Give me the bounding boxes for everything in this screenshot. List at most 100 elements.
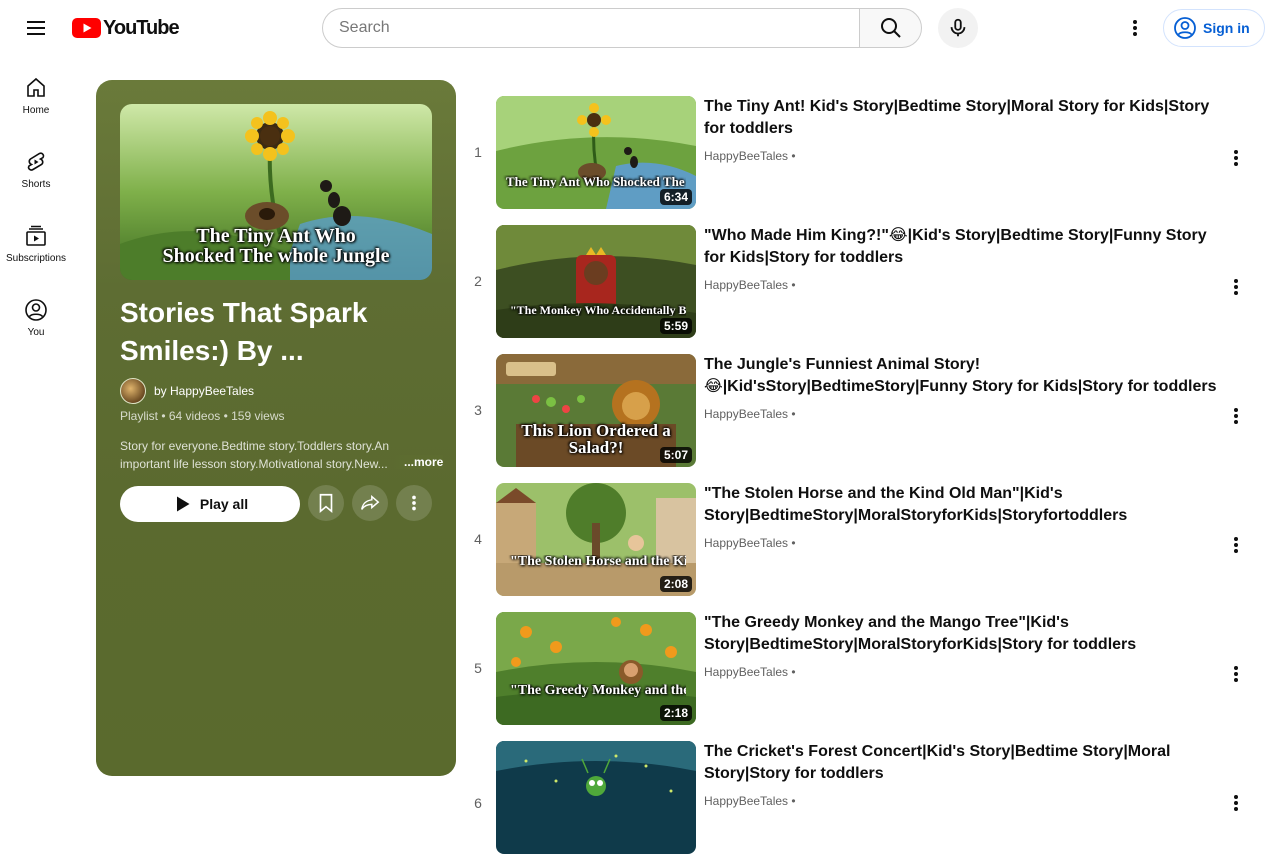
- video-title[interactable]: The Jungle's Funniest Animal Story!😂|Kid…: [704, 354, 1224, 398]
- video-index: 5: [474, 660, 482, 676]
- home-icon: [27, 77, 45, 97]
- video-channel[interactable]: HappyBeeTales •: [704, 149, 796, 163]
- more-vert-icon: [1234, 279, 1238, 295]
- play-all-label: Play all: [199, 496, 249, 512]
- video-action-menu-button[interactable]: [1216, 267, 1256, 307]
- playlist-thumbnail-caption-line2: Shocked The whole Jungle: [162, 245, 390, 267]
- voice-search-button[interactable]: [938, 8, 978, 48]
- video-index: 6: [474, 795, 482, 811]
- more-vert-icon: [412, 495, 416, 511]
- sign-in-label: Sign in: [1203, 20, 1250, 36]
- guide-item-subscriptions[interactable]: Subscriptions: [0, 204, 72, 278]
- playlist-owner[interactable]: by HappyBeeTales: [120, 378, 254, 404]
- youtube-wordmark: YouTube: [103, 16, 180, 39]
- shorts-icon: [27, 152, 45, 171]
- video-channel[interactable]: HappyBeeTales •: [704, 278, 796, 292]
- video-thumbnail[interactable]: "The Greedy Monkey and the Mango Tre 2:1…: [496, 612, 696, 725]
- search-icon: [880, 18, 901, 38]
- video-index: 3: [474, 402, 482, 418]
- video-thumbnail[interactable]: [496, 741, 696, 854]
- video-channel[interactable]: HappyBeeTales •: [704, 536, 796, 550]
- playlist-video-row[interactable]: 1 The Tiny Ant Who Shocked The whole Jun…: [464, 88, 1264, 217]
- video-index: 4: [474, 531, 482, 547]
- video-thumbnail-caption: "The Monkey Who Accidentally Became Kir: [510, 304, 686, 316]
- playlist-stats: Playlist • 64 videos • 159 views: [120, 409, 285, 423]
- playlist-video-row[interactable]: 4 "The Stolen Horse and the Kind Old Man…: [464, 475, 1264, 604]
- video-channel[interactable]: HappyBeeTales •: [704, 407, 796, 421]
- description-more-button[interactable]: ...more: [394, 455, 444, 469]
- video-thumbnail[interactable]: This Lion Ordered a Salad?! 5:07: [496, 354, 696, 467]
- playlist-description: Story for everyone.Bedtime story.Toddler…: [120, 439, 389, 471]
- video-index: 1: [474, 144, 482, 160]
- guide-item-home[interactable]: Home: [0, 56, 72, 130]
- video-thumbnail[interactable]: The Tiny Ant Who Shocked The whole Jun 6…: [496, 96, 696, 209]
- you-icon: [25, 299, 47, 321]
- sign-in-button[interactable]: Sign in: [1163, 9, 1265, 47]
- video-channel[interactable]: HappyBeeTales •: [704, 665, 796, 679]
- playlist-thumbnail[interactable]: The Tiny Ant Who Shocked The whole Jungl…: [120, 104, 432, 280]
- save-playlist-button[interactable]: [308, 485, 344, 521]
- playlist-video-row[interactable]: 6 The Cricket's Forest Concert|Kid's Sto…: [464, 733, 1264, 862]
- video-title[interactable]: The Tiny Ant! Kid's Story|Bedtime Story|…: [704, 96, 1224, 140]
- video-action-menu-button[interactable]: [1216, 525, 1256, 565]
- guide-label-subscriptions: Subscriptions: [5, 253, 67, 264]
- more-vert-icon: [1234, 408, 1238, 424]
- video-index: 2: [474, 273, 482, 289]
- play-all-button[interactable]: Play all: [120, 486, 300, 522]
- playlist-header: The Tiny Ant Who Shocked The whole Jungl…: [96, 80, 456, 776]
- more-vert-icon: [1234, 537, 1238, 553]
- youtube-logo-icon: [72, 18, 101, 38]
- playlist-video-list: 1 The Tiny Ant Who Shocked The whole Jun…: [464, 88, 1264, 862]
- video-action-menu-button[interactable]: [1216, 654, 1256, 694]
- video-thumbnail-art: [496, 741, 696, 854]
- video-title[interactable]: "The Greedy Monkey and the Mango Tree"|K…: [704, 612, 1224, 656]
- subscriptions-icon: [26, 225, 46, 246]
- duration-badge: 6:34: [659, 189, 692, 205]
- guide-menu-button[interactable]: [16, 8, 56, 48]
- more-vert-icon: [1234, 795, 1238, 811]
- more-vert-icon: [1133, 20, 1137, 36]
- video-thumbnail[interactable]: "The Monkey Who Accidentally Became Kir …: [496, 225, 696, 338]
- more-vert-icon: [1234, 666, 1238, 682]
- playlist-owner-name[interactable]: by HappyBeeTales: [154, 384, 254, 398]
- youtube-logo[interactable]: YouTube: [72, 16, 180, 39]
- share-icon: [361, 494, 380, 510]
- playlist-title: Stories That Spark Smiles:) By ...: [120, 297, 368, 366]
- guide-item-you[interactable]: You: [0, 278, 72, 352]
- playlist-video-row[interactable]: 5 "The Greedy Monkey and the Mango Tre 2…: [464, 604, 1264, 733]
- guide-label-shorts: Shorts: [21, 179, 51, 190]
- settings-menu-button[interactable]: [1115, 8, 1155, 48]
- playlist-video-row[interactable]: 3 This Lion Ordered a Salad?! 5:07 The J…: [464, 346, 1264, 475]
- hamburger-icon: [27, 21, 45, 35]
- search-button[interactable]: [859, 8, 922, 48]
- play-icon: [176, 496, 190, 512]
- masthead: YouTube Sign in: [0, 0, 1280, 56]
- duration-badge: 2:18: [659, 705, 692, 721]
- mini-guide: Home Shorts Subscriptions You: [0, 56, 72, 352]
- video-channel[interactable]: HappyBeeTales •: [704, 794, 796, 808]
- account-circle-icon: [1174, 17, 1196, 39]
- playlist-more-button[interactable]: [396, 485, 432, 521]
- search-input[interactable]: [322, 8, 859, 48]
- duration-badge: 5:07: [659, 447, 692, 463]
- guide-label-you: You: [27, 327, 45, 338]
- video-title[interactable]: "The Stolen Horse and the Kind Old Man"|…: [704, 483, 1224, 527]
- playlist-thumbnail-caption-line1: The Tiny Ant Who: [196, 225, 356, 247]
- video-thumbnail-caption: The Tiny Ant Who Shocked The whole Jun: [506, 175, 686, 188]
- video-action-menu-button[interactable]: [1216, 396, 1256, 436]
- video-action-menu-button[interactable]: [1216, 783, 1256, 823]
- video-title[interactable]: The Cricket's Forest Concert|Kid's Story…: [704, 741, 1224, 785]
- guide-item-shorts[interactable]: Shorts: [0, 130, 72, 204]
- video-thumbnail-caption: "The Greedy Monkey and the Mango Tre: [510, 684, 686, 698]
- video-action-menu-button[interactable]: [1216, 138, 1256, 178]
- search-box: [322, 8, 922, 48]
- playlist-video-row[interactable]: 2 "The Monkey Who Accidentally Became Ki…: [464, 217, 1264, 346]
- bookmark-icon: [319, 493, 333, 514]
- microphone-icon: [950, 18, 966, 37]
- video-thumbnail[interactable]: "The Stolen Horse and the Kind Old Man 2…: [496, 483, 696, 596]
- share-button[interactable]: [352, 485, 388, 521]
- video-thumbnail-caption: "The Stolen Horse and the Kind Old Man: [510, 555, 686, 569]
- more-vert-icon: [1234, 150, 1238, 166]
- duration-badge: 5:59: [659, 318, 692, 334]
- video-title[interactable]: "Who Made Him King?!"😂|Kid's Story|Bedti…: [704, 225, 1224, 269]
